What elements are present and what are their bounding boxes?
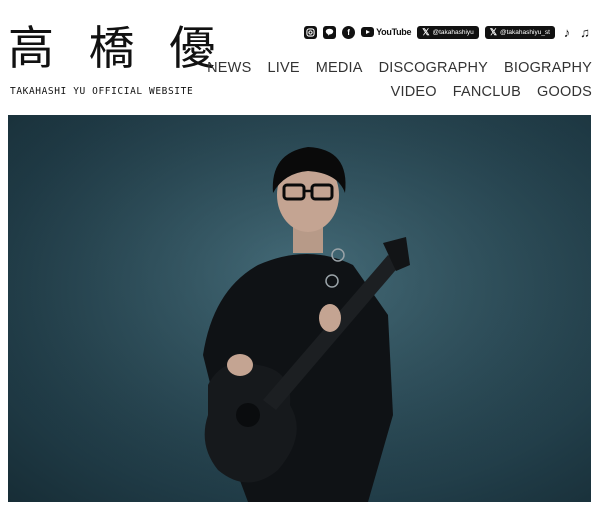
nav-biography[interactable]: BIOGRAPHY	[504, 60, 592, 76]
x-handle-1: @takahashiyu	[432, 28, 474, 36]
logo-subtitle: TAKAHASHI YU OFFICIAL WEBSITE	[10, 86, 194, 97]
site-header: 高 橋 優 TAKAHASHI YU OFFICIAL WEBSITE f Yo…	[0, 0, 600, 114]
x-link-takahashiyu[interactable]: 𝕏 @takahashiyu	[417, 25, 479, 39]
main-nav-row-2: VIDEO FANCLUB GOODS	[391, 84, 592, 100]
nav-news[interactable]: NEWS	[207, 60, 251, 76]
facebook-icon[interactable]: f	[342, 25, 356, 39]
site-logo[interactable]: 高 橋 優 TAKAHASHI YU OFFICIAL WEBSITE	[8, 18, 215, 104]
instagram-icon[interactable]	[304, 25, 318, 39]
hero-image	[8, 115, 591, 502]
nav-video[interactable]: VIDEO	[391, 84, 437, 100]
tiktok-icon[interactable]: ♪	[561, 26, 573, 39]
x-link-takahashiyu-st[interactable]: 𝕏 @takahashiyu_st	[484, 25, 555, 39]
x-icon: 𝕏	[422, 26, 430, 37]
x-handle-2: @takahashiyu_st	[500, 28, 550, 36]
line-icon[interactable]	[323, 25, 337, 39]
nav-fanclub[interactable]: FANCLUB	[453, 84, 521, 100]
youtube-link[interactable]: YouTube	[361, 27, 412, 37]
youtube-label: YouTube	[376, 27, 412, 37]
main-nav-row-1: NEWS LIVE MEDIA DISCOGRAPHY BIOGRAPHY	[207, 60, 592, 76]
logo-kanji: 高 橋 優	[8, 21, 226, 75]
music-icon[interactable]: ♫	[579, 26, 591, 39]
nav-media[interactable]: MEDIA	[316, 60, 363, 76]
nav-discography[interactable]: DISCOGRAPHY	[379, 60, 488, 76]
social-links: f YouTube 𝕏 @takahashiyu 𝕏 @takahashiyu_…	[304, 24, 591, 40]
nav-live[interactable]: LIVE	[267, 60, 299, 76]
youtube-icon	[361, 27, 375, 37]
x-icon: 𝕏	[489, 26, 498, 37]
artist-photo	[8, 115, 591, 502]
nav-goods[interactable]: GOODS	[537, 84, 592, 100]
